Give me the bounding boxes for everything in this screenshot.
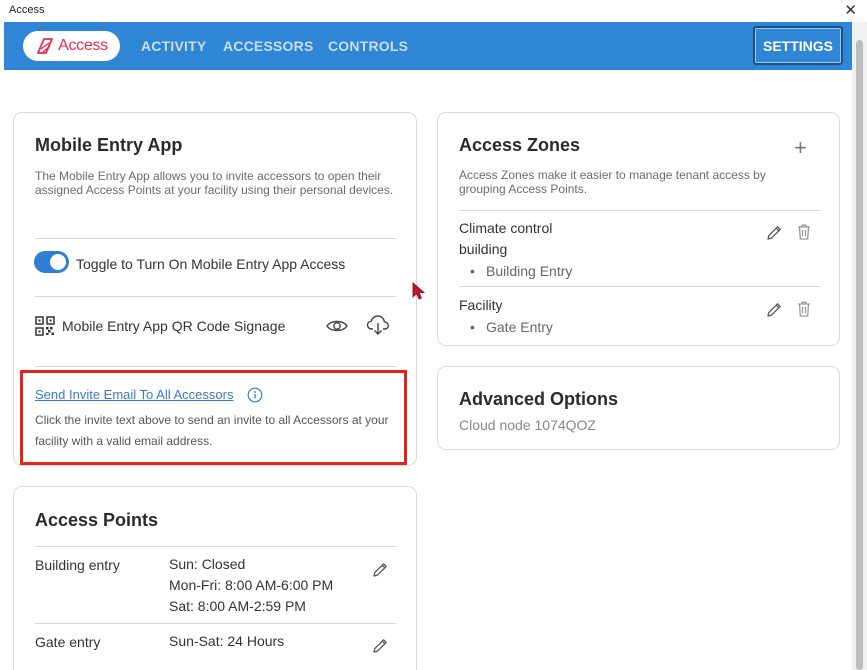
access-zones-title: Access Zones <box>459 135 581 155</box>
toggle-label: Toggle to Turn On Mobile Entry App Acces… <box>76 256 346 272</box>
divider <box>35 366 396 367</box>
top-navbar: Access ACTIVITY ACCESSORS CONTROLS SETTI… <box>4 22 852 70</box>
trash-icon <box>798 224 810 240</box>
edit-zone-button[interactable] <box>761 297 787 323</box>
cloud-node-label: Cloud node 1074QOZ <box>459 417 596 433</box>
mobile-entry-description: The Mobile Entry App allows you to invit… <box>35 169 394 197</box>
window-title: Access <box>9 4 45 16</box>
edit-access-point-button[interactable] <box>367 633 393 659</box>
zone-point-bullet: • <box>470 319 475 335</box>
zone-name-continued: building <box>459 241 508 257</box>
qr-signage-label: Mobile Entry App QR Code Signage <box>62 318 286 334</box>
vertical-scrollbar[interactable] <box>852 22 867 670</box>
view-qr-button[interactable] <box>324 313 350 339</box>
access-zones-card: Access Zones + Access Zones make it easi… <box>437 112 840 346</box>
pencil-icon <box>767 303 781 317</box>
delete-zone-button[interactable] <box>791 219 817 245</box>
zone-point: Building Entry <box>486 263 573 279</box>
logo-text: Access <box>58 37 108 54</box>
edit-access-point-button[interactable] <box>367 557 393 583</box>
zone-name: Climate control <box>459 220 553 236</box>
info-icon[interactable] <box>247 387 263 403</box>
pencil-icon <box>373 639 387 653</box>
cloud-download-icon <box>366 315 390 335</box>
trash-icon <box>798 301 810 317</box>
close-icon[interactable]: ✕ <box>844 1 857 19</box>
divider <box>35 546 396 547</box>
zone-point: Gate Entry <box>486 319 553 335</box>
window-titlebar: Access ✕ <box>0 0 867 22</box>
divider <box>459 210 820 211</box>
nav-accessors[interactable]: ACCESSORS <box>223 38 313 54</box>
divider <box>35 296 396 297</box>
divider <box>35 238 396 239</box>
download-qr-button[interactable] <box>365 312 391 338</box>
access-point-name: Gate entry <box>35 634 101 650</box>
access-logo[interactable]: Access <box>23 31 120 61</box>
mobile-entry-toggle[interactable] <box>34 251 69 273</box>
access-point-name: Building entry <box>35 557 120 573</box>
advanced-options-title: Advanced Options <box>459 389 619 409</box>
mobile-entry-title: Mobile Entry App <box>35 135 183 155</box>
toggle-knob <box>50 254 66 270</box>
invite-description: Click the invite text above to send an i… <box>35 413 389 448</box>
edit-zone-button[interactable] <box>761 220 787 246</box>
divider <box>35 623 396 624</box>
send-invite-link[interactable]: Send Invite Email To All Accessors <box>35 387 233 402</box>
mouse-cursor-icon <box>412 282 426 300</box>
pencil-icon <box>373 563 387 577</box>
nav-controls[interactable]: CONTROLS <box>328 38 408 54</box>
settings-button[interactable]: SETTINGS <box>753 26 843 65</box>
plus-icon[interactable]: + <box>794 135 807 161</box>
access-point-hours: Sun: Closed <box>169 556 246 572</box>
invite-highlight-box: Send Invite Email To All Accessors Click… <box>20 370 407 465</box>
access-points-card: Access Points Building entry Sun: Closed… <box>13 486 417 670</box>
advanced-options-card[interactable]: Advanced Options Cloud node 1074QOZ <box>437 366 840 450</box>
access-point-hours: Sat: 8:00 AM-2:59 PM <box>169 598 306 614</box>
access-points-title: Access Points <box>35 510 159 530</box>
access-point-hours: Mon-Fri: 8:00 AM-6:00 PM <box>169 577 334 593</box>
pencil-icon <box>767 226 781 240</box>
divider <box>459 286 820 287</box>
qr-code-icon <box>35 316 55 336</box>
access-logo-icon <box>37 38 54 54</box>
zone-name: Facility <box>459 297 503 313</box>
zone-point-bullet: • <box>470 263 475 279</box>
nav-activity[interactable]: ACTIVITY <box>141 38 206 54</box>
eye-icon <box>326 320 348 332</box>
access-point-hours: Sun-Sat: 24 Hours <box>169 633 285 649</box>
delete-zone-button[interactable] <box>791 296 817 322</box>
access-zones-description: Access Zones make it easier to manage te… <box>459 168 766 196</box>
scrollbar-thumb[interactable] <box>856 40 863 670</box>
